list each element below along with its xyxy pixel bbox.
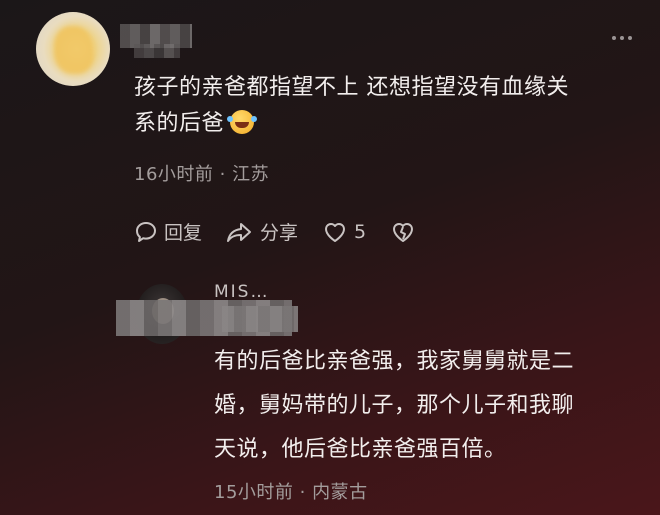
comment-bubble-icon — [136, 221, 156, 242]
reply-name-blurred-2 — [222, 306, 298, 332]
reply-text-line-1: 有的后爸比亲爸强，我家舅舅就是二 — [214, 349, 575, 374]
like-count: 5 — [354, 220, 367, 243]
more-icon[interactable] — [612, 36, 632, 40]
like-button[interactable]: 5 — [322, 220, 366, 244]
heart-icon — [325, 222, 346, 242]
comment-meta: 16小时前 · 江苏 — [134, 164, 270, 185]
share-label: 分享 — [260, 222, 299, 244]
comment-text: 孩子的亲爸都指望不上 还想指望没有血缘关 系的后爸 — [134, 70, 569, 142]
reply-text-line-2: 婚，舅妈带的儿子，那个儿子和我聊 — [214, 393, 575, 418]
commenter-avatar[interactable] — [36, 12, 110, 86]
rolling-laughing-emoji-icon — [227, 110, 255, 134]
reply-author-name[interactable]: MIS… — [214, 282, 269, 302]
reply-text: 有的后爸比亲爸强，我家舅舅就是二 婚，舅妈带的儿子，那个儿子和我聊 天说，他后爸… — [214, 340, 574, 472]
share-arrow-icon — [227, 222, 252, 242]
reply-label: 回复 — [164, 222, 203, 244]
reply-text-line-3: 天说，他后爸比亲爸强百倍。 — [214, 437, 507, 462]
comment-text-line-2: 系的后爸 — [134, 111, 225, 136]
comment-text-line-1: 孩子的亲爸都指望不上 还想指望没有血缘关 — [134, 75, 569, 100]
share-button[interactable]: 分享 — [226, 218, 298, 245]
commenter-name-blurred-2 — [134, 44, 180, 58]
reply-meta: 15小时前 · 内蒙古 — [214, 482, 368, 503]
comment-actions: 回复 分享 5 — [134, 218, 440, 245]
dislike-button[interactable] — [390, 220, 416, 244]
avatar-blur — [54, 26, 94, 74]
reply-button[interactable]: 回复 — [134, 218, 202, 245]
broken-heart-icon — [393, 222, 414, 242]
